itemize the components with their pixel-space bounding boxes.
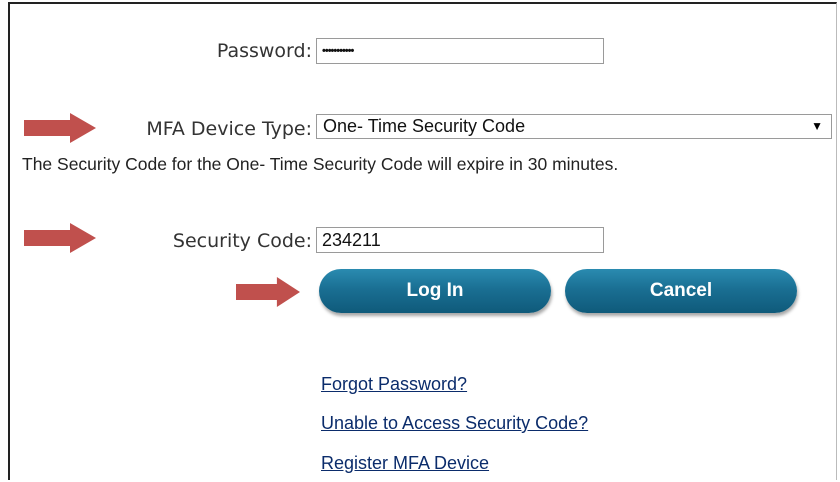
mfa-device-type-label: MFA Device Type:: [146, 118, 312, 140]
cancel-button[interactable]: Cancel: [565, 269, 797, 313]
mfa-device-type-select[interactable]: One- Time Security Code ▼: [316, 114, 832, 139]
arrow-right-icon: [24, 113, 96, 143]
login-button[interactable]: Log In: [319, 269, 551, 313]
security-code-label: Security Code:: [172, 230, 312, 252]
expiry-note: The Security Code for the One- Time Secu…: [22, 154, 619, 174]
forgot-password-link[interactable]: Forgot Password?: [321, 374, 467, 395]
arrow-right-icon: [236, 277, 300, 307]
unable-to-access-security-code-link[interactable]: Unable to Access Security Code?: [321, 413, 588, 434]
mfa-device-type-value: One- Time Security Code: [323, 116, 526, 136]
password-label: Password:: [216, 40, 312, 62]
chevron-down-icon[interactable]: ▼: [811, 115, 823, 138]
register-mfa-device-link[interactable]: Register MFA Device: [321, 453, 489, 474]
arrow-right-icon: [24, 223, 96, 253]
password-field[interactable]: •••••••••••: [316, 38, 604, 64]
security-code-field[interactable]: 234211: [316, 227, 604, 253]
